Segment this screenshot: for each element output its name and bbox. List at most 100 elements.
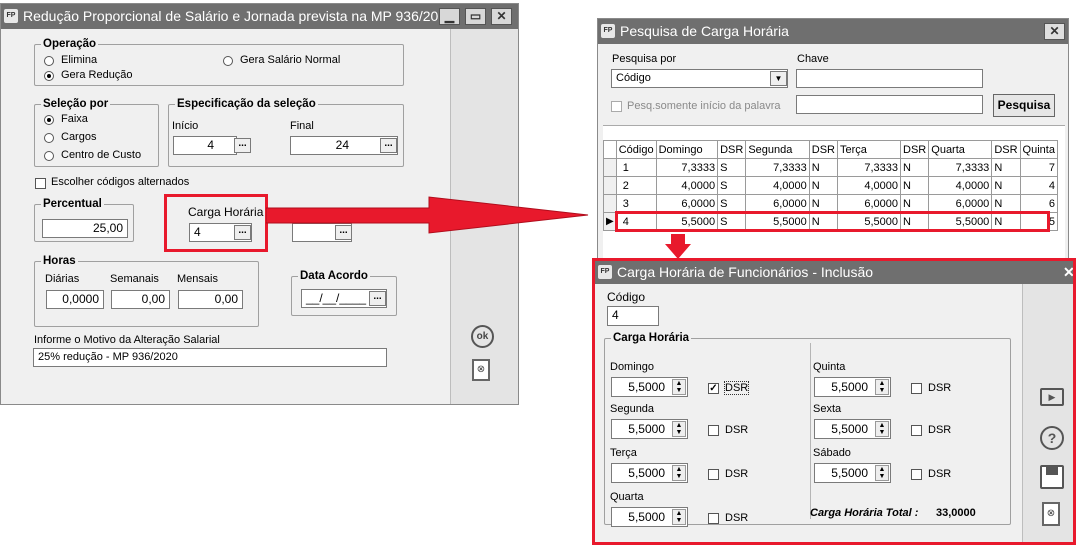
day-hours-stepper[interactable]: 5,5000 ▲ ▼ [814,463,891,483]
day-hours-stepper[interactable]: 5,5000 ▲ ▼ [814,377,891,397]
final-lookup-button[interactable]: ... [380,138,397,153]
table-cell[interactable]: 4,0000 [836,176,902,195]
grid-header-cell[interactable]: Segunda [745,140,810,159]
table-cell[interactable]: N [808,158,838,177]
grid-header-cell[interactable]: Terça [836,140,902,159]
stepper-arrows-icon[interactable]: ▲ ▼ [672,379,686,395]
table-row[interactable]: 3 6,0000 S 6,0000 N 6,0000 N 6,0000 N 6 [603,194,1059,213]
grid-header-cell[interactable]: Domingo [655,140,719,159]
table-cell[interactable]: N [808,194,838,213]
mensais-input[interactable]: 0,00 [178,290,243,309]
day-hours-stepper[interactable]: 5,5000 ▲ ▼ [611,507,688,527]
chevron-down-icon[interactable]: ▼ [770,71,787,86]
day-hours-stepper[interactable]: 5,5000 ▲ ▼ [814,419,891,439]
table-cell[interactable]: N [991,176,1021,195]
table-cell[interactable]: 1 [615,158,657,177]
close-icon[interactable]: ✕ [1063,261,1073,284]
pesquisa-button[interactable]: Pesquisa [993,94,1055,117]
table-cell[interactable]: 4,0000 [928,176,993,195]
radio-gera-salario[interactable] [223,56,233,66]
table-cell[interactable]: 4,0000 [655,176,719,195]
stepper-arrows-icon[interactable]: ▲ ▼ [875,379,889,395]
day-hours-stepper[interactable]: 5,5000 ▲ ▼ [611,377,688,397]
day-label: Sexta [813,403,842,415]
data-acordo-picker-button[interactable]: ... [369,291,386,306]
table-cell[interactable]: 7,3333 [745,158,810,177]
checkbox-pesq-inicio[interactable] [611,101,622,112]
table-cell[interactable]: 4 [1019,176,1059,195]
table-cell[interactable]: N [900,176,930,195]
codigo-input[interactable]: 4 [607,306,659,326]
save-icon[interactable] [1040,465,1064,489]
stepper-arrows-icon[interactable]: ▲ ▼ [672,421,686,437]
table-cell[interactable]: 7,3333 [655,158,719,177]
chave-input-2[interactable] [796,95,983,114]
table-cell[interactable]: N [991,158,1021,177]
dsr-checkbox[interactable]: ✓ [708,383,719,394]
close-button[interactable]: ✕ [491,8,512,25]
diarias-input[interactable]: 0,0000 [46,290,104,309]
inicio-lookup-button[interactable]: ... [234,138,251,153]
dsr-checkbox[interactable] [708,469,719,480]
cancel-doc-icon[interactable]: ⊗ [1042,502,1060,526]
table-cell[interactable]: 6,0000 [836,194,902,213]
stepper-arrows-icon[interactable]: ▲ ▼ [672,509,686,525]
table-cell[interactable]: N [808,176,838,195]
table-cell[interactable]: 6,0000 [655,194,719,213]
radio-cargos[interactable] [44,133,54,143]
table-cell[interactable]: N [991,194,1021,213]
dsr-checkbox[interactable] [911,425,922,436]
table-cell[interactable]: 7,3333 [928,158,993,177]
pesquisa-por-select[interactable]: Código [611,69,788,88]
radio-elimina[interactable] [44,56,54,66]
day-hours-stepper[interactable]: 5,5000 ▲ ▼ [611,463,688,483]
table-cell[interactable]: S [717,176,747,195]
checkbox-alternados[interactable] [35,178,46,189]
day-hours-stepper[interactable]: 5,5000 ▲ ▼ [611,419,688,439]
ok-button[interactable]: ok [471,325,494,348]
inicio-input[interactable]: 4 [173,136,237,155]
dsr-checkbox[interactable] [708,425,719,436]
semanais-input[interactable]: 0,00 [111,290,170,309]
stepper-arrows-icon[interactable]: ▲ ▼ [875,421,889,437]
table-cell[interactable]: 6 [1019,194,1059,213]
carga-horaria-lookup-button[interactable]: ... [234,225,251,240]
dsr-checkbox[interactable] [911,469,922,480]
table-row[interactable]: 2 4,0000 S 4,0000 N 4,0000 N 4,0000 N 4 [603,176,1059,195]
table-cell[interactable]: S [717,194,747,213]
grid-header-cell[interactable]: Quinta [1019,140,1059,159]
dsr-checkbox[interactable] [708,513,719,524]
grid-header-cell[interactable]: Quarta [928,140,993,159]
chave-input[interactable] [796,69,983,88]
table-cell[interactable]: 2 [615,176,657,195]
table-row[interactable]: 1 7,3333 S 7,3333 N 7,3333 N 7,3333 N 7 [603,158,1059,177]
motivo-input[interactable]: 25% redução - MP 936/2020 [33,348,387,367]
grid-header-cell[interactable]: DSR [717,140,747,159]
grid-header-cell[interactable]: DSR [991,140,1021,159]
close-button[interactable]: ✕ [1044,23,1065,40]
grid-header-cell[interactable]: Código [615,140,657,159]
table-cell[interactable]: N [900,158,930,177]
table-cell[interactable]: 3 [615,194,657,213]
grid-header-cell[interactable]: DSR [900,140,930,159]
help-icon[interactable]: ? [1040,426,1064,450]
table-cell[interactable]: S [717,158,747,177]
maximize-button[interactable]: ▭ [465,8,486,25]
radio-faixa[interactable] [44,115,54,125]
monitor-icon[interactable]: ▶ [1040,388,1064,406]
radio-gera-reducao[interactable] [44,71,54,81]
grid-header-cell[interactable]: DSR [808,140,838,159]
stepper-arrows-icon[interactable]: ▲ ▼ [875,465,889,481]
table-cell[interactable]: 6,0000 [928,194,993,213]
dsr-checkbox[interactable] [911,383,922,394]
table-cell[interactable]: 4,0000 [745,176,810,195]
table-cell[interactable]: 6,0000 [745,194,810,213]
table-cell[interactable]: N [900,194,930,213]
percentual-input[interactable]: 25,00 [42,219,128,238]
cancel-doc-icon[interactable]: ⊗ [472,359,490,381]
stepper-arrows-icon[interactable]: ▲ ▼ [672,465,686,481]
radio-centro-custo[interactable] [44,151,54,161]
table-cell[interactable]: 7,3333 [836,158,902,177]
table-cell[interactable]: 7 [1019,158,1059,177]
minimize-button[interactable]: ▁ [439,8,460,25]
